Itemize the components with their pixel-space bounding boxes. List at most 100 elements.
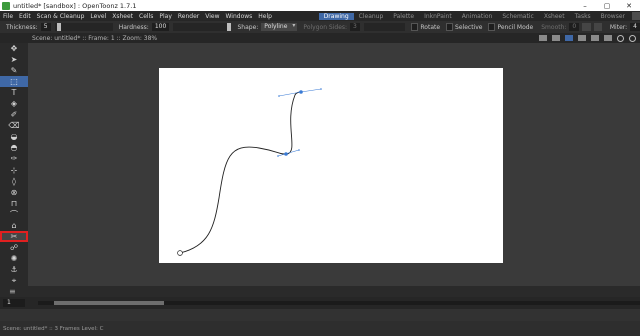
- menu-windows[interactable]: Windows: [223, 13, 256, 20]
- field-guide-toggle-icon[interactable]: [604, 35, 612, 41]
- tape-tool-icon[interactable]: ◒: [0, 131, 28, 142]
- room-tab-inknpaint[interactable]: InknPaint: [419, 13, 457, 20]
- fill-tool-icon[interactable]: ◈: [0, 98, 28, 109]
- thickness-slider-handle[interactable]: [56, 23, 61, 31]
- miter-label: Miter:: [609, 23, 628, 31]
- menu-xsheet[interactable]: Xsheet: [109, 13, 136, 20]
- hardness-field[interactable]: 100: [151, 23, 170, 31]
- polyline-stroke[interactable]: [179, 91, 302, 254]
- stroke-layer[interactable]: [159, 68, 503, 263]
- drawing-canvas[interactable]: [159, 68, 503, 263]
- room-lock-icon[interactable]: [632, 12, 640, 20]
- camera-column-icon[interactable]: ≡: [9, 287, 19, 296]
- geometric-tool-icon[interactable]: ⬚: [0, 76, 28, 88]
- rgb-picker-tool-icon[interactable]: ✑: [0, 153, 28, 164]
- selective-checkbox[interactable]: [446, 23, 454, 31]
- cutter-tool-icon[interactable]: ✂: [0, 230, 28, 242]
- xsheet-header: ≡: [0, 286, 640, 297]
- menu-cells[interactable]: Cells: [136, 13, 156, 20]
- pump-tool-icon[interactable]: ⊗: [0, 187, 28, 198]
- menu-edit[interactable]: Edit: [16, 13, 34, 20]
- menu-render[interactable]: Render: [175, 13, 202, 20]
- window-title: untitled* [sandbox] : OpenToonz 1.7.1: [13, 1, 137, 10]
- stroke-start-point[interactable]: [177, 250, 183, 256]
- paint-brush-tool-icon[interactable]: ✐: [0, 109, 28, 120]
- type-tool-icon[interactable]: T: [0, 87, 28, 98]
- preview-toggle-icon[interactable]: [539, 35, 547, 41]
- control-handle-top-left[interactable]: [278, 91, 302, 97]
- polygon-sides-slider[interactable]: [363, 23, 406, 31]
- freeze-toggle-icon[interactable]: [578, 35, 586, 41]
- hardness-slider-handle[interactable]: [227, 23, 232, 31]
- skeleton-tool-icon[interactable]: ☍: [0, 242, 28, 253]
- window-controls: – ▢ ✕: [574, 2, 640, 10]
- bender-tool-icon[interactable]: ⌒: [0, 209, 28, 220]
- room-tab-cleanup[interactable]: Cleanup: [354, 13, 389, 20]
- thickness-field[interactable]: 5: [40, 23, 51, 31]
- menu-file[interactable]: File: [0, 13, 16, 20]
- plastic-tool-icon[interactable]: ⌖: [0, 275, 28, 286]
- handle-end-top-right[interactable]: [320, 88, 322, 90]
- animate-tool-icon[interactable]: ✥: [0, 43, 28, 54]
- tracker-tool-icon[interactable]: ✺: [0, 253, 28, 264]
- selection-tool-icon[interactable]: ➤: [0, 54, 28, 65]
- room-tab-schematic[interactable]: Schematic: [497, 13, 538, 20]
- miter-field[interactable]: 4: [630, 23, 640, 31]
- room-tab-drawing[interactable]: Drawing: [318, 12, 354, 20]
- thickness-slider[interactable]: [54, 23, 113, 31]
- menu-play[interactable]: Play: [156, 13, 175, 20]
- pencil-mode-checkbox[interactable]: [488, 23, 496, 31]
- room-tab-palette[interactable]: Palette: [388, 13, 419, 20]
- room-tab-animation[interactable]: Animation: [457, 13, 498, 20]
- minimize-button[interactable]: –: [574, 2, 596, 10]
- control-point-editor-icon[interactable]: ⊹: [0, 165, 28, 176]
- smooth-field[interactable]: 0: [569, 23, 580, 31]
- shape-label: Shape:: [237, 23, 259, 31]
- viewer-header: Scene: untitled* :: Frame: 1 :: Zoom: 38…: [0, 33, 640, 43]
- frame-field[interactable]: 1: [3, 299, 25, 307]
- menu-help[interactable]: Help: [255, 13, 275, 20]
- eraser-tool-icon[interactable]: ⌫: [0, 120, 28, 131]
- control-handle-middle[interactable]: [277, 149, 300, 157]
- sub-camera-toggle-icon[interactable]: [552, 35, 560, 41]
- handle-end-middle-left[interactable]: [277, 155, 279, 157]
- polygon-sides-field[interactable]: 3: [350, 23, 360, 31]
- rotate-label: Rotate: [420, 23, 441, 31]
- cap-style-dropdown[interactable]: [582, 23, 591, 31]
- room-tabs: Drawing Cleanup Palette InknPaint Animat…: [318, 12, 630, 20]
- handle-end-middle-right[interactable]: [298, 149, 300, 151]
- join-style-dropdown[interactable]: [593, 23, 602, 31]
- style-picker-tool-icon[interactable]: ◓: [0, 142, 28, 153]
- camera-stand-toggle-icon[interactable]: [565, 35, 573, 41]
- iron-tool-icon[interactable]: ⌂: [0, 220, 28, 231]
- menu-level[interactable]: Level: [87, 13, 109, 20]
- safe-area-toggle-icon[interactable]: [591, 35, 599, 41]
- shape-dropdown[interactable]: Polyline: [261, 22, 298, 31]
- polygon-sides-label: Polygon Sides:: [303, 23, 348, 31]
- control-point-middle[interactable]: [284, 152, 288, 156]
- room-tab-xsheet[interactable]: Xsheet: [539, 13, 570, 20]
- title-bar: untitled* [sandbox] : OpenToonz 1.7.1 – …: [0, 0, 640, 11]
- control-point-top[interactable]: [299, 90, 303, 94]
- handle-end-top-left[interactable]: [278, 95, 280, 97]
- hook-tool-icon[interactable]: ⚓: [0, 264, 28, 275]
- tool-options-bar: Thickness: 5 Hardness: 100 Shape: Polyli…: [0, 21, 640, 33]
- control-handle-top-right[interactable]: [300, 88, 322, 93]
- viewer-info: Scene: untitled* :: Frame: 1 :: Zoom: 38…: [32, 34, 158, 42]
- pinch-tool-icon[interactable]: ◊: [0, 176, 28, 187]
- hardness-slider[interactable]: [173, 23, 232, 31]
- visibility-eye-icon[interactable]: [617, 34, 624, 42]
- menu-view[interactable]: View: [202, 13, 222, 20]
- room-tab-tasks[interactable]: Tasks: [570, 13, 596, 20]
- rotate-checkbox[interactable]: [411, 23, 419, 31]
- room-tab-browser[interactable]: Browser: [596, 13, 630, 20]
- maximize-button[interactable]: ▢: [596, 2, 618, 10]
- viewer-toggles: [534, 34, 636, 42]
- frame-slider-handle[interactable]: [54, 301, 164, 305]
- brush-tool-icon[interactable]: ✎: [0, 65, 28, 76]
- menu-scan-cleanup[interactable]: Scan & Cleanup: [34, 13, 88, 20]
- onion-skin-eye-icon[interactable]: [629, 34, 636, 42]
- close-button[interactable]: ✕: [618, 2, 640, 10]
- viewer[interactable]: [28, 43, 640, 286]
- magnet-tool-icon[interactable]: ⊓: [0, 198, 28, 209]
